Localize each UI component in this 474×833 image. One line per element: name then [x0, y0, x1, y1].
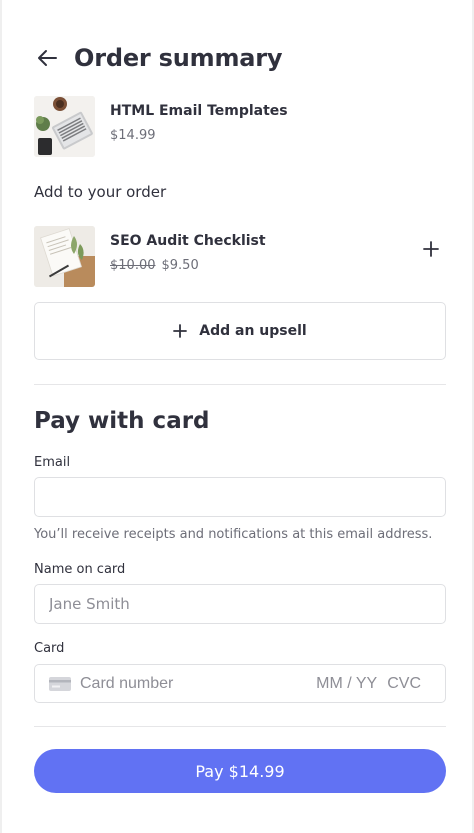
add-to-order-heading: Add to your order	[34, 183, 167, 201]
credit-card-icon	[49, 676, 71, 691]
upsell-name: SEO Audit Checklist	[110, 233, 266, 249]
product-price: $14.99	[110, 128, 156, 143]
arrow-left-icon[interactable]	[36, 42, 60, 74]
page-title: Order summary	[74, 44, 283, 72]
divider	[34, 726, 446, 727]
product-thumbnail	[34, 96, 95, 157]
card-number-placeholder[interactable]: Card number	[80, 675, 173, 693]
upsell-item: SEO Audit Checklist $10.00 $9.50	[34, 226, 266, 287]
upsell-thumbnail	[34, 226, 95, 287]
order-page: Order summary HTML Email Templates $14.9…	[0, 0, 474, 833]
pay-with-card-heading: Pay with card	[34, 408, 210, 434]
name-on-card-label: Name on card	[34, 562, 126, 577]
email-field[interactable]	[34, 477, 446, 517]
plus-icon[interactable]	[418, 236, 444, 262]
original-price: $10.00	[110, 258, 156, 273]
plus-icon	[173, 324, 188, 338]
add-upsell-button[interactable]: Add an upsell	[34, 302, 446, 360]
header: Order summary	[36, 42, 283, 74]
add-upsell-label: Add an upsell	[199, 323, 307, 339]
card-expiry-cvc: MM / YY CVC	[316, 675, 421, 693]
product-info: HTML Email Templates $14.99	[110, 96, 288, 157]
email-helper-text: You’ll receive receipts and notification…	[34, 527, 433, 542]
card-label: Card	[34, 641, 65, 656]
email-label: Email	[34, 455, 71, 470]
upsell-info: SEO Audit Checklist $10.00 $9.50	[110, 226, 266, 287]
pay-button[interactable]: Pay $14.99	[34, 749, 446, 793]
sale-price: $9.50	[161, 258, 199, 273]
product-name: HTML Email Templates	[110, 103, 288, 119]
name-on-card-field[interactable]	[34, 584, 446, 624]
divider	[34, 384, 446, 385]
upsell-price: $10.00 $9.50	[110, 258, 266, 273]
card-field[interactable]: Card number MM / YY CVC	[34, 664, 446, 703]
expiry-placeholder[interactable]: MM / YY	[316, 675, 377, 692]
order-item: HTML Email Templates $14.99	[34, 96, 288, 157]
cvc-placeholder[interactable]: CVC	[387, 675, 421, 692]
